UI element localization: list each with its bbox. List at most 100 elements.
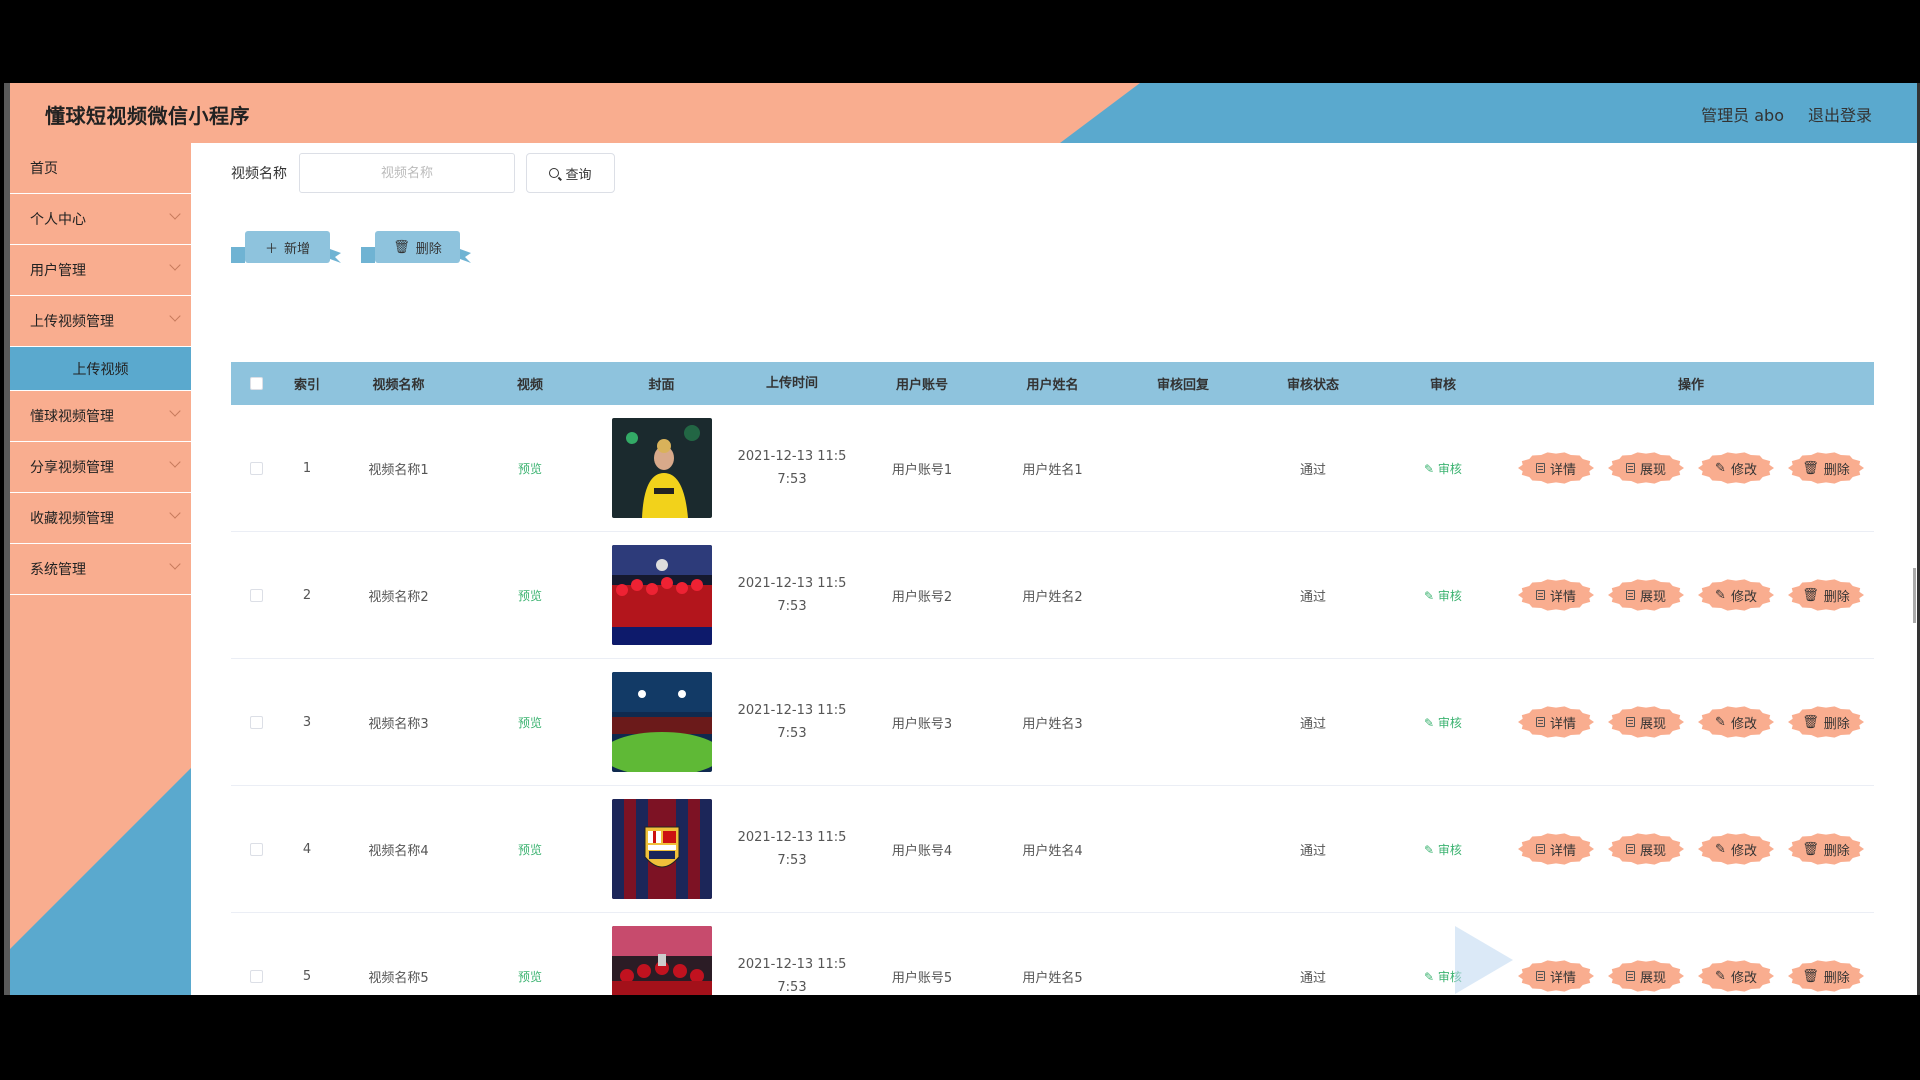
audit-link[interactable]: ✎ 审核 [1424,462,1462,476]
chevron-down-icon [169,259,181,271]
preview-link[interactable]: 预览 [518,462,542,476]
edit-pen-icon: ✎ [1424,969,1438,984]
header-user-area: 管理员 abo 退出登录 [1701,102,1872,126]
detail-button[interactable]: 详情 [1516,704,1596,740]
show-button-label: 展现 [1639,589,1666,605]
show-button[interactable]: 展现 [1606,958,1686,994]
time-line-2: 7:53 [777,853,807,868]
detail-button[interactable]: 详情 [1516,831,1596,867]
show-button[interactable]: 展现 [1606,704,1686,740]
cell-upload-time: 2021-12-13 11:5 7:53 [727,445,857,491]
sidebar-item-upload-video-management[interactable]: 上传视频管理 [10,296,191,347]
table-row: 4 视频名称4 预览 2021-12-13 11:5 7:53 用户账号4 用户姓名4 通过 ✎… [231,786,1874,913]
edit-button[interactable]: ✎ 修改 [1696,450,1776,486]
delete-row-button[interactable]: 🗑 删除 [1786,831,1866,867]
preview-link[interactable]: 预览 [518,970,542,984]
video-name-search-input[interactable] [299,153,515,193]
col-header-cover: 封面 [648,378,675,393]
sidebar-item-label: 个人中心 [30,212,86,228]
col-header-username: 用户姓名 [1026,378,1079,393]
delete-row-button[interactable]: 🗑 删除 [1786,704,1866,740]
sidebar-item-system-management[interactable]: 系统管理 [10,544,191,595]
col-header-ops: 操作 [1677,378,1704,393]
preview-link[interactable]: 预览 [518,843,542,857]
cell-operations: 详情 展现 ✎ 修改 🗑 删除 [1508,450,1874,486]
cover-image[interactable] [611,418,712,518]
time-line-1: 2021-12-13 11:5 [737,703,847,718]
chevron-down-icon [169,456,181,468]
preview-link[interactable]: 预览 [518,716,542,730]
delete-row-button[interactable]: 🗑 删除 [1786,450,1866,486]
select-all-checkbox[interactable] [249,377,263,390]
audit-link[interactable]: ✎ 审核 [1424,843,1462,857]
edit-button[interactable]: ✎ 修改 [1696,704,1776,740]
delete-row-button[interactable]: 🗑 删除 [1786,958,1866,994]
row-checkbox[interactable] [249,842,263,856]
batch-delete-button[interactable]: 🗑 删除 [361,231,471,271]
audit-link-label: 审核 [1437,461,1462,476]
cell-audit-status: 通过 [1299,970,1326,986]
show-button[interactable]: 展现 [1606,577,1686,613]
cell-upload-time: 2021-12-13 11:5 7:53 [727,826,857,872]
cover-image[interactable] [611,926,712,995]
add-button[interactable]: ＋ 新增 [231,231,341,271]
app-window: 懂球短视频微信小程序 管理员 abo 退出登录 首页 个人中心 用户管理 上传视 [10,83,1917,995]
scrollbar-thumb[interactable] [1913,568,1916,623]
detail-button[interactable]: 详情 [1516,450,1596,486]
trash-icon: 🗑 [1802,714,1819,730]
row-checkbox[interactable] [249,715,263,729]
col-header-name: 视频名称 [372,378,425,393]
cover-image[interactable] [611,799,712,899]
sidebar-item-personal-center[interactable]: 个人中心 [10,194,191,245]
sidebar: 首页 个人中心 用户管理 上传视频管理 上传视频 懂球视频管理 分享视频管理 收… [10,143,191,995]
sidebar-item-label: 分享视频管理 [30,460,114,476]
row-checkbox[interactable] [249,588,263,602]
search-button-label: 查询 [565,167,592,183]
time-line-2: 7:53 [777,599,807,614]
edit-pen-icon: ✎ [1424,715,1438,730]
sidebar-item-share-video-management[interactable]: 分享视频管理 [10,442,191,493]
cell-video-name: 视频名称5 [368,970,429,986]
sidebar-subitem-upload-video[interactable]: 上传视频 [10,347,191,391]
cover-image[interactable] [611,545,712,645]
edit-pen-icon: ✎ [1715,968,1726,984]
app-title: 懂球短视频微信小程序 [45,104,250,128]
show-button[interactable]: 展现 [1606,450,1686,486]
admin-user-label[interactable]: 管理员 abo [1701,102,1784,126]
edit-button-label: 修改 [1730,843,1757,859]
edit-button-label: 修改 [1730,462,1757,478]
edit-button[interactable]: ✎ 修改 [1696,831,1776,867]
cover-image[interactable] [611,672,712,772]
detail-button[interactable]: 详情 [1516,577,1596,613]
edit-button[interactable]: ✎ 修改 [1696,577,1776,613]
sidebar-item-dongqiu-video-management[interactable]: 懂球视频管理 [10,391,191,442]
edit-pen-icon: ✎ [1715,714,1726,730]
edit-pen-icon: ✎ [1715,460,1726,476]
preview-link[interactable]: 预览 [518,589,542,603]
detail-button[interactable]: 详情 [1516,958,1596,994]
action-buttons: ＋ 新增 🗑 删除 [231,231,471,271]
sidebar-item-label: 上传视频 [72,361,129,378]
col-header-account: 用户账号 [895,378,948,393]
audit-link[interactable]: ✎ 审核 [1424,716,1462,730]
detail-button-label: 详情 [1549,462,1576,478]
cell-upload-time: 2021-12-13 11:5 7:53 [727,572,857,618]
row-checkbox[interactable] [249,969,263,983]
edit-button[interactable]: ✎ 修改 [1696,958,1776,994]
document-icon [1535,717,1545,727]
sidebar-item-home[interactable]: 首页 [10,143,191,194]
sidebar-item-label: 收藏视频管理 [30,511,114,527]
edit-button-label: 修改 [1730,716,1757,732]
time-line-2: 7:53 [777,726,807,741]
delete-row-button[interactable]: 🗑 删除 [1786,577,1866,613]
search-button[interactable]: 查询 [526,153,615,193]
show-button[interactable]: 展现 [1606,831,1686,867]
audit-link[interactable]: ✎ 审核 [1424,589,1462,603]
cell-user-account: 用户账号5 [891,970,953,986]
logout-link[interactable]: 退出登录 [1808,102,1872,126]
row-checkbox[interactable] [249,461,263,475]
sidebar-item-favorite-video-management[interactable]: 收藏视频管理 [10,493,191,544]
table-row: 5 视频名称5 预览 2021-12-13 11:5 7:53 用户账号5 用户姓名5 通过 ✎… [231,913,1874,995]
sidebar-item-user-management[interactable]: 用户管理 [10,245,191,296]
show-button-label: 展现 [1639,970,1666,986]
